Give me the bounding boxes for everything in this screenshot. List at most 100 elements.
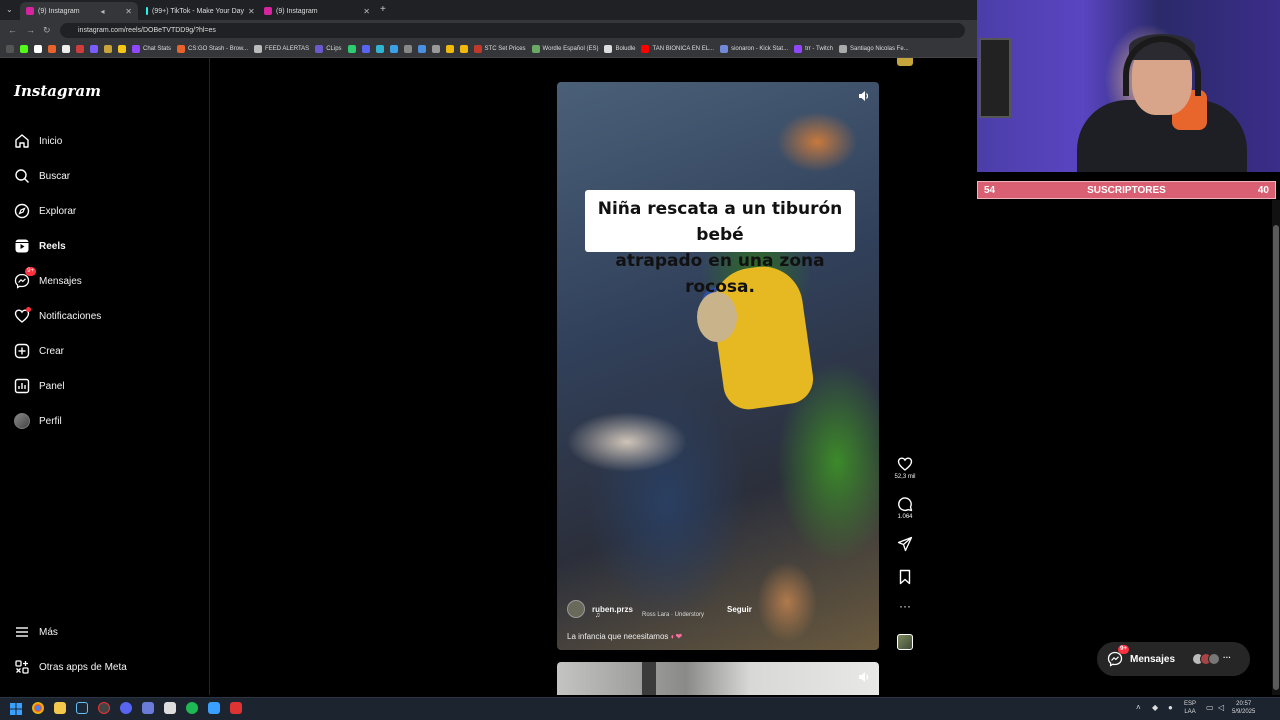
bookmark-icon[interactable]	[76, 45, 84, 53]
apps-icon[interactable]	[6, 45, 14, 53]
windows-start-icon[interactable]	[10, 702, 22, 715]
bookmark-icon[interactable]	[48, 45, 56, 53]
sidebar-item-inicio[interactable]: Inicio	[14, 131, 62, 151]
bookmark-icon[interactable]	[403, 45, 412, 53]
comment-button[interactable]: 1.064	[890, 496, 920, 520]
tab-label: (9) Instagram	[38, 7, 80, 15]
follow-button[interactable]: Seguir	[727, 605, 752, 614]
forward-icon[interactable]: →	[26, 25, 35, 35]
sidebar-item-mas[interactable]: Más	[14, 622, 58, 642]
browser-tab-tiktok[interactable]: (99+) TikTok - Make Your Day ✕	[140, 2, 258, 20]
tab-search-icon[interactable]: ⌄	[6, 5, 13, 14]
bookmark-icon[interactable]	[90, 45, 98, 53]
next-reel-video[interactable]	[557, 662, 879, 695]
volume-icon[interactable]	[857, 670, 871, 689]
caption-line: Niña rescata a un tiburón bebé	[597, 199, 843, 245]
bookmark-icon[interactable]	[445, 45, 454, 53]
like-button[interactable]: 52,3 mil	[890, 456, 920, 480]
more-icon: ···	[1223, 653, 1232, 662]
reel-video[interactable]: Niña rescata a un tiburón bebé atrapado …	[557, 82, 879, 650]
more-options-icon[interactable]: ···	[890, 600, 920, 612]
spotify-icon[interactable]	[186, 702, 198, 714]
app-icon[interactable]	[208, 702, 220, 714]
audio-thumbnail[interactable]	[897, 634, 913, 650]
browser-tab-instagram-2[interactable]: (9) Instagram ✕	[258, 2, 376, 20]
bookmark-icon[interactable]	[361, 45, 370, 53]
bookmark-twitch[interactable]: trr - Twitch	[794, 45, 833, 53]
bookmark-santiago[interactable]: Santiago Nicolas Fe...	[838, 45, 909, 53]
messenger-icon: 9+	[1107, 645, 1129, 667]
sidebar-item-crear[interactable]: Crear	[14, 341, 64, 361]
instagram-logo[interactable]: Instagram	[14, 82, 101, 100]
folder-icon[interactable]	[54, 702, 66, 714]
close-icon[interactable]: ✕	[248, 7, 255, 16]
app-icon[interactable]	[164, 702, 176, 714]
discord-icon[interactable]	[120, 702, 132, 714]
volume-icon[interactable]: ◁	[1218, 704, 1224, 712]
new-tab-button[interactable]: +	[380, 4, 386, 15]
url-input[interactable]: instagram.com/reels/DOBeTVTDD9g/?hl=es	[60, 23, 965, 38]
network-icon[interactable]: ▭	[1206, 704, 1214, 712]
share-button[interactable]	[890, 536, 920, 554]
save-button[interactable]	[890, 569, 920, 587]
bookmark-icon[interactable]	[375, 45, 384, 53]
kick-icon[interactable]	[20, 45, 28, 53]
notification-dot	[26, 307, 31, 312]
browser-tab-instagram[interactable]: (9) Instagram ◂ ✕	[20, 2, 138, 20]
steam-icon[interactable]	[76, 702, 88, 714]
tray-app-icon[interactable]: ●	[1168, 704, 1173, 712]
bookmark-icon[interactable]	[431, 45, 440, 53]
tray-app-icon[interactable]: ◆	[1152, 704, 1158, 712]
bookmark-icon[interactable]	[62, 45, 70, 53]
reload-icon[interactable]: ↻	[43, 25, 51, 36]
chrome-icon[interactable]	[32, 702, 44, 714]
bookmark-chat-stats[interactable]: Chat Stats	[132, 45, 171, 53]
bookmark-csgo-stash[interactable]: CS:GO Stash - Brow...	[177, 45, 248, 53]
sidebar-item-explorar[interactable]: Explorar	[14, 201, 76, 221]
bookmark-stc-set-prices[interactable]: STC Set Prices	[473, 45, 526, 53]
sidebar-item-label: Más	[39, 626, 58, 638]
close-icon[interactable]: ✕	[125, 7, 132, 16]
sidebar-item-mensajes[interactable]: 9+ Mensajes	[14, 267, 82, 291]
sidebar-item-meta-apps[interactable]: Otras apps de Meta	[14, 657, 127, 677]
previous-reel-audio-thumb[interactable]	[897, 58, 913, 66]
speaker-icon: ◂	[100, 6, 105, 16]
bookmark-feed-alertas[interactable]: FEED ALERTAS	[254, 45, 309, 53]
sidebar-item-reels[interactable]: Reels	[14, 236, 66, 256]
bookmark-icon[interactable]	[34, 45, 42, 53]
scrollbar-thumb[interactable]	[1273, 225, 1279, 690]
bookmark-icon[interactable]	[417, 45, 426, 53]
sidebar-item-buscar[interactable]: Buscar	[14, 166, 70, 186]
close-icon[interactable]: ✕	[363, 7, 370, 16]
bookmark-clips[interactable]: CLips	[315, 45, 342, 53]
avatar[interactable]	[567, 600, 585, 618]
reel-description[interactable]: La infancia que necesitamos ◐❤	[567, 632, 682, 641]
bookmark-kick-stats[interactable]: sionaron - Kick Stat...	[720, 45, 788, 53]
audio-track[interactable]: Ross Lara · Understory	[642, 612, 704, 618]
app-icon[interactable]	[142, 702, 154, 714]
back-icon[interactable]: ←	[8, 25, 17, 35]
messages-pill[interactable]: 9+ Mensajes ···	[1097, 642, 1250, 676]
bookmark-wordle[interactable]: Wordle Español (ES)	[531, 45, 598, 53]
bookmark-icon[interactable]	[118, 45, 126, 53]
clock[interactable]: 20:57 5/9/2025	[1232, 700, 1255, 716]
volume-icon[interactable]	[857, 89, 871, 103]
avatar	[1208, 653, 1221, 665]
app-icon[interactable]	[230, 702, 242, 714]
bookmark-boludle[interactable]: Boludle	[604, 45, 635, 53]
bookmark-tan-bionica[interactable]: TAN BIONICA EN EL...	[641, 45, 714, 53]
bookmark-icon[interactable]	[389, 45, 398, 53]
tray-chevron-icon[interactable]: ˄	[1136, 704, 1141, 712]
sidebar-item-notificaciones[interactable]: Notificaciones	[14, 306, 101, 326]
comment-icon	[898, 497, 913, 512]
chart-icon	[14, 378, 30, 394]
sidebar-item-perfil[interactable]: Perfil	[14, 411, 62, 431]
bookmark-icon[interactable]	[347, 45, 356, 53]
bookmark-icon[interactable]	[459, 45, 468, 53]
sidebar-item-panel[interactable]: Panel	[14, 376, 65, 396]
bookmarks-bar: Chat Stats CS:GO Stash - Brow... FEED AL…	[0, 41, 977, 58]
avatar	[14, 413, 30, 429]
obs-icon[interactable]	[98, 702, 110, 714]
bookmark-icon[interactable]	[104, 45, 112, 53]
language-indicator[interactable]: ESP LAA	[1184, 700, 1196, 716]
